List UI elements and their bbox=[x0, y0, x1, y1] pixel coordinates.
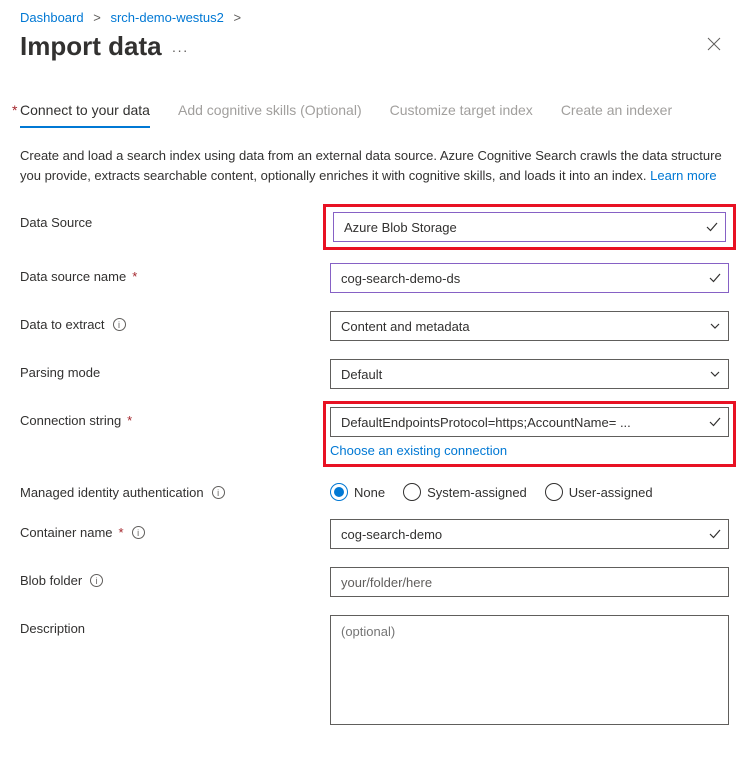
managed-identity-radio-group: None System-assigned User-assigned bbox=[330, 479, 729, 501]
info-icon[interactable]: i bbox=[132, 526, 145, 539]
required-indicator: * bbox=[12, 102, 17, 118]
tab-create-indexer[interactable]: Create an indexer bbox=[561, 102, 672, 128]
data-source-name-input[interactable] bbox=[330, 263, 729, 293]
label-description: Description bbox=[20, 621, 85, 636]
tab-label: Connect to your data bbox=[20, 102, 150, 118]
wizard-tabs: * Connect to your data Add cognitive ski… bbox=[20, 102, 729, 128]
label-connection-string: Connection string bbox=[20, 413, 121, 428]
required-indicator: * bbox=[127, 413, 132, 428]
page-title: Import data bbox=[20, 31, 162, 62]
required-indicator: * bbox=[119, 525, 124, 540]
close-button[interactable] bbox=[699, 33, 729, 60]
data-to-extract-value: Content and metadata bbox=[330, 311, 729, 341]
radio-label: User-assigned bbox=[569, 485, 653, 500]
label-data-source: Data Source bbox=[20, 215, 92, 230]
tab-customize-index[interactable]: Customize target index bbox=[390, 102, 533, 128]
connection-string-input-wrap bbox=[330, 407, 729, 437]
label-container-name: Container name bbox=[20, 525, 113, 540]
info-icon[interactable]: i bbox=[90, 574, 103, 587]
intro-body: Create and load a search index using dat… bbox=[20, 148, 722, 183]
breadcrumb-link-resource[interactable]: srch-demo-westus2 bbox=[110, 10, 223, 25]
radio-icon bbox=[403, 483, 421, 501]
radio-none[interactable]: None bbox=[330, 483, 385, 501]
parsing-mode-value: Default bbox=[330, 359, 729, 389]
more-icon[interactable]: ··· bbox=[172, 42, 189, 58]
connection-string-input[interactable] bbox=[330, 407, 729, 437]
chevron-right-icon: > bbox=[93, 10, 101, 25]
container-name-input-wrap bbox=[330, 519, 729, 549]
learn-more-link[interactable]: Learn more bbox=[650, 168, 716, 183]
parsing-mode-select[interactable]: Default bbox=[330, 359, 729, 389]
label-data-to-extract: Data to extract bbox=[20, 317, 105, 332]
label-data-source-name: Data source name bbox=[20, 269, 126, 284]
radio-user-assigned[interactable]: User-assigned bbox=[545, 483, 653, 501]
radio-system-assigned[interactable]: System-assigned bbox=[403, 483, 527, 501]
page-header: Import data ··· bbox=[20, 31, 729, 62]
container-name-input[interactable] bbox=[330, 519, 729, 549]
data-source-name-input-wrap bbox=[330, 263, 729, 293]
blob-folder-input-wrap bbox=[330, 567, 729, 597]
highlight-connection-string: Choose an existing connection bbox=[323, 401, 736, 467]
label-parsing-mode: Parsing mode bbox=[20, 365, 100, 380]
required-indicator: * bbox=[132, 269, 137, 284]
close-icon bbox=[707, 37, 721, 51]
chevron-right-icon: > bbox=[234, 10, 242, 25]
radio-icon bbox=[330, 483, 348, 501]
info-icon[interactable]: i bbox=[113, 318, 126, 331]
info-icon[interactable]: i bbox=[212, 486, 225, 499]
label-managed-identity: Managed identity authentication bbox=[20, 485, 204, 500]
intro-text: Create and load a search index using dat… bbox=[20, 146, 729, 185]
radio-label: System-assigned bbox=[427, 485, 527, 500]
highlight-data-source: Azure Blob Storage bbox=[323, 204, 736, 250]
data-source-select[interactable]: Azure Blob Storage bbox=[333, 212, 726, 242]
choose-existing-connection-link[interactable]: Choose an existing connection bbox=[330, 443, 507, 458]
label-blob-folder: Blob folder bbox=[20, 573, 82, 588]
breadcrumb: Dashboard > srch-demo-westus2 > bbox=[20, 10, 729, 25]
radio-label: None bbox=[354, 485, 385, 500]
radio-icon bbox=[545, 483, 563, 501]
breadcrumb-link-dashboard[interactable]: Dashboard bbox=[20, 10, 84, 25]
blob-folder-input[interactable] bbox=[330, 567, 729, 597]
tab-cognitive-skills[interactable]: Add cognitive skills (Optional) bbox=[178, 102, 362, 128]
data-source-value: Azure Blob Storage bbox=[333, 212, 726, 242]
tab-connect-data[interactable]: * Connect to your data bbox=[20, 102, 150, 128]
data-to-extract-select[interactable]: Content and metadata bbox=[330, 311, 729, 341]
description-textarea[interactable] bbox=[330, 615, 729, 725]
